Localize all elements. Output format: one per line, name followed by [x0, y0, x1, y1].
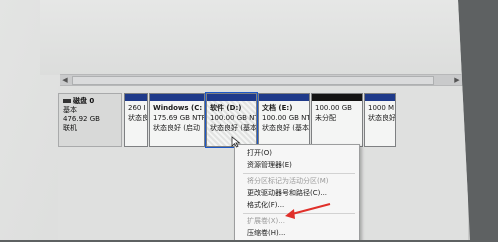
partition-bar	[207, 94, 256, 101]
partition-status: 状态良好	[368, 114, 396, 122]
partition-bar	[259, 94, 309, 101]
menu-item-extend-volume[interactable]: 扩展卷(X)...	[247, 216, 285, 227]
menu-item-shrink-volume[interactable]: 压缩卷(H)...	[247, 228, 285, 239]
menu-item-change-drive-letter[interactable]: 更改驱动器号和路径(C)...	[247, 188, 327, 199]
partition-status: 状态良好 (基本	[262, 124, 309, 132]
menu-separator	[243, 173, 355, 174]
mouse-pointer-icon	[231, 136, 241, 148]
disk-row: 磁盘 0 基本 476.92 GB 联机 260 I 状态良 Windows (…	[58, 92, 468, 148]
menu-item-format[interactable]: 格式化(F)...	[247, 200, 284, 211]
menu-item-explore[interactable]: 资源管理器(E)	[247, 160, 292, 171]
scroll-left-arrow-icon[interactable]: ◀	[60, 75, 70, 85]
partition-status: 状态良好 (启动	[153, 124, 200, 132]
partition-bar	[312, 94, 362, 101]
context-menu: 打开(O) 资源管理器(E) 将分区标记为活动分区(M) 更改驱动器号和路径(C…	[234, 144, 360, 240]
partition-status: 状态良	[128, 114, 148, 122]
partition-unallocated[interactable]: 100.00 GB 未分配	[311, 93, 363, 147]
volume-list-pane	[40, 0, 470, 75]
disk-size: 476.92 GB	[63, 115, 100, 123]
disk-type: 基本	[63, 106, 77, 114]
partition-size: 100.00 GB	[315, 104, 352, 112]
disk-status: 联机	[63, 124, 77, 132]
partition-title: 文档 (E:)	[262, 104, 293, 112]
partition-e[interactable]: 文档 (E:) 100.00 GB NTF 状态良好 (基本	[258, 93, 310, 147]
menu-item-mark-active[interactable]: 将分区标记为活动分区(M)	[247, 176, 329, 187]
partition-title: Windows (C:	[153, 104, 203, 112]
scroll-thumb[interactable]	[72, 76, 434, 85]
disk-icon	[63, 99, 71, 103]
partition-bar	[125, 94, 147, 101]
partition-size: 1000 M	[368, 104, 395, 112]
partition-c[interactable]: Windows (C: 175.69 GB NTF 状态良好 (启动	[149, 93, 205, 147]
partition-recovery[interactable]: 1000 M 状态良好	[364, 93, 396, 147]
screen: ◀ ▶ 磁盘 0 基本 476.92 GB 联机 260 I 状态良 Windo…	[0, 0, 470, 240]
partition-title: 软件 (D:)	[210, 104, 242, 112]
partition-size: 100.00 GB NTF	[262, 114, 310, 122]
disk-name: 磁盘 0	[73, 97, 95, 105]
partition-status: 状态良好 (基本	[210, 124, 257, 132]
scroll-right-arrow-icon[interactable]: ▶	[452, 75, 462, 85]
partition-bar	[365, 94, 395, 101]
menu-separator	[243, 213, 355, 214]
partition-status: 未分配	[315, 114, 336, 122]
partition-efi[interactable]: 260 I 状态良	[124, 93, 148, 147]
partition-size: 260 I	[128, 104, 146, 112]
menu-item-open[interactable]: 打开(O)	[247, 148, 272, 159]
disk-info[interactable]: 磁盘 0 基本 476.92 GB 联机	[58, 93, 122, 147]
horizontal-scrollbar[interactable]: ◀ ▶	[60, 74, 462, 86]
partition-size: 100.00 GB NTF	[210, 114, 256, 122]
partition-bar	[150, 94, 204, 101]
partition-size: 175.69 GB NTF	[153, 114, 205, 122]
